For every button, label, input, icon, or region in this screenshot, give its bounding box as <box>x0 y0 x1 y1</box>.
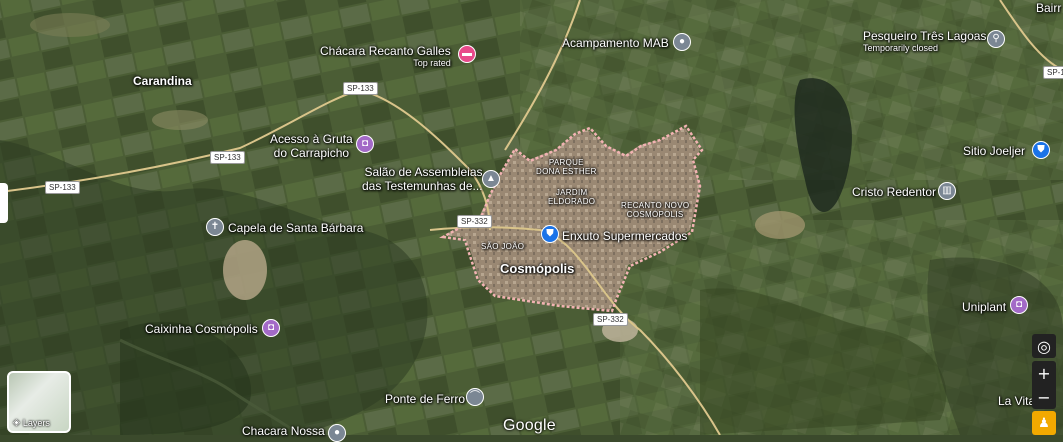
place-pin-sitio-joeljer[interactable]: ⛊ <box>1032 141 1050 159</box>
google-logo: Google <box>503 417 556 434</box>
place-label-ponte-de-ferro[interactable]: Ponte de Ferro <box>385 392 465 406</box>
place-pin-acesso-gruta[interactable]: ◘ <box>356 135 374 153</box>
place-label-chacara-nossa[interactable]: Chacara Nossa <box>242 424 325 438</box>
district-label-parque-dona-esther: PARQUE DONA ESTHER <box>536 158 597 176</box>
place-label-cosmopolis[interactable]: Cosmópolis <box>500 262 574 276</box>
place-label-carandina[interactable]: Carandina <box>133 74 192 88</box>
camera-icon: ◘ <box>1015 299 1023 310</box>
place-label-caixinha[interactable]: Caixinha Cosmópolis <box>145 322 258 336</box>
location-target-icon: ◎ <box>1037 336 1051 356</box>
pillar-icon: ▥ <box>942 185 952 196</box>
zoom-in-button[interactable]: + <box>1032 361 1056 385</box>
road-label-sp133: SP-133 <box>343 82 378 95</box>
camera-icon: ◘ <box>267 322 275 333</box>
place-pin-ponte-de-ferro[interactable]: ⌒ <box>466 388 484 406</box>
road-label-sp1: SP-1 <box>1043 66 1063 79</box>
place-label-cristo-redentor[interactable]: Cristo Redentor <box>852 185 936 199</box>
circle-dot-icon: ● <box>333 427 341 438</box>
place-pin-pesqueiro-tres-lagoas[interactable]: ⚲ <box>987 30 1005 48</box>
side-panel-toggle[interactable] <box>0 183 8 223</box>
layers-button[interactable]: ◈ Layers <box>7 371 71 433</box>
place-pin-chacara-recanto-galles[interactable]: ▬ <box>458 45 476 63</box>
camera-icon: ◘ <box>361 138 369 149</box>
place-label-bairro: Bairr <box>1036 1 1062 15</box>
place-pin-caixinha[interactable]: ◘ <box>262 319 280 337</box>
place-pin-cristo-redentor[interactable]: ▥ <box>938 182 956 200</box>
place-pin-enxuto[interactable]: ⛊ <box>541 225 559 243</box>
street-view-pegman-button[interactable]: ♟ <box>1032 411 1056 435</box>
place-label-acesso-gruta[interactable]: Acesso à Gruta do Carrapicho <box>270 132 353 160</box>
district-label-sao-joao: SÃO JOÃO <box>481 242 525 251</box>
place-pin-acampamento-mab[interactable]: ● <box>673 33 691 51</box>
zoom-out-button[interactable]: − <box>1032 385 1056 409</box>
place-label-salao-assembleias[interactable]: Salão de Assembleias das Testemunhas de.… <box>362 165 483 193</box>
district-label-recanto-novo-cosmopolis: RECANTO NOVO COSMÓPOLIS <box>621 201 690 219</box>
place-pin-capela-santa-barbara[interactable]: ✝ <box>206 218 224 236</box>
place-label-la-vita: La Vita <box>998 394 1036 408</box>
place-label-chacara-recanto-galles[interactable]: Chácara Recanto Galles Top rated <box>320 44 451 69</box>
place-label-acampamento-mab[interactable]: Acampamento MAB <box>562 36 669 50</box>
place-label-enxuto[interactable]: Enxuto Supermercados <box>562 229 687 243</box>
place-label-uniplant[interactable]: Uniplant <box>962 300 1006 314</box>
minus-icon: − <box>1037 387 1051 407</box>
place-pin-salao-assembleias[interactable]: ▲ <box>482 170 500 188</box>
road-label-sp332: SP-332 <box>593 313 628 326</box>
plus-icon: + <box>1037 363 1051 383</box>
church-icon: ▲ <box>486 173 496 184</box>
circle-dot-icon: ● <box>678 36 686 47</box>
my-location-button[interactable]: ◎ <box>1032 334 1056 358</box>
pegman-icon: ♟ <box>1038 415 1050 431</box>
bridge-icon: ⌒ <box>470 391 480 402</box>
place-pin-chacara-nossa[interactable]: ● <box>328 424 346 442</box>
cart-icon: ⛊ <box>1037 144 1045 155</box>
place-label-pesqueiro-tres-lagoas[interactable]: Pesqueiro Três Lagoas Temporarily closed <box>863 29 986 54</box>
pin-icon: ⚲ <box>992 33 1000 44</box>
layers-icon: ◈ <box>13 417 20 427</box>
layers-label: Layers <box>22 417 50 428</box>
road-label-sp133: SP-133 <box>210 151 245 164</box>
place-pin-uniplant[interactable]: ◘ <box>1010 296 1028 314</box>
bed-icon: ▬ <box>462 48 472 59</box>
district-label-jardim-eldorado: JARDIM ELDORADO <box>548 188 596 206</box>
place-label-sitio-joeljer[interactable]: Sitio Joeljer <box>963 144 1025 158</box>
place-label-capela-santa-barbara[interactable]: Capela de Santa Bárbara <box>228 221 363 235</box>
church-icon: ✝ <box>210 221 220 232</box>
road-label-sp133: SP-133 <box>45 181 80 194</box>
cart-icon: ⛊ <box>546 228 554 239</box>
satellite-map[interactable] <box>0 0 1063 435</box>
road-label-sp332: SP-332 <box>457 215 492 228</box>
